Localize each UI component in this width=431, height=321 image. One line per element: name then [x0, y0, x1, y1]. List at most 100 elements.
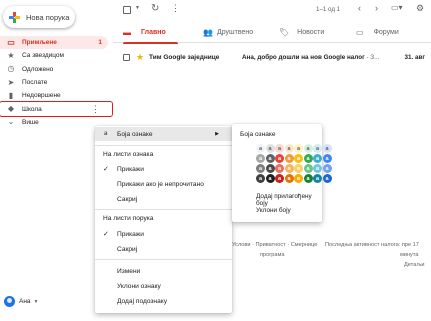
color-swatch[interactable]: a: [275, 174, 284, 183]
color-swatch[interactable]: a: [303, 154, 313, 163]
color-swatch[interactable]: a: [313, 164, 322, 173]
compose-label: Нова порука: [26, 12, 70, 22]
chevron-down-icon: ▼: [33, 298, 39, 305]
color-swatch[interactable]: a: [294, 174, 303, 183]
color-swatch[interactable]: a: [322, 164, 332, 173]
color-swatch[interactable]: a: [275, 164, 284, 173]
color-swatch[interactable]: a: [256, 174, 265, 183]
refresh-icon[interactable]: ↻: [151, 3, 159, 14]
sidebar-item-label: Примљене: [22, 39, 57, 47]
more-options-icon[interactable]: ⋮: [91, 104, 100, 115]
color-swatch[interactable]: a: [256, 154, 265, 163]
color-swatch[interactable]: a: [265, 144, 275, 153]
color-swatch[interactable]: a: [284, 154, 294, 163]
label-context-menu: a Боја ознаке ▶ На листи ознака ✓ Прикаж…: [95, 126, 232, 313]
color-swatch[interactable]: a: [313, 174, 322, 183]
menu-item-show-messages[interactable]: ✓ Прикажи: [95, 227, 232, 241]
menu-item-label-color[interactable]: a Боја ознаке ▶: [95, 127, 232, 141]
menu-item-label: Измени: [117, 267, 141, 275]
color-swatch[interactable]: a: [265, 174, 275, 183]
color-swatch[interactable]: a: [303, 164, 313, 173]
menu-item-label: Сакриј: [117, 245, 138, 253]
color-swatch[interactable]: a: [322, 144, 332, 153]
color-swatch[interactable]: a: [303, 144, 313, 153]
color-swatch[interactable]: a: [265, 154, 275, 163]
menu-item-remove-label[interactable]: Уклони ознаку: [95, 279, 232, 293]
more-actions-icon[interactable]: ⋮: [171, 3, 180, 14]
color-swatch[interactable]: a: [322, 154, 332, 163]
email-snippet: - З...: [364, 53, 380, 61]
sidebar-item-school-label[interactable]: ◆ Школа ⋮: [0, 101, 113, 117]
color-swatch[interactable]: a: [294, 144, 303, 153]
footer-links-cont[interactable]: програма: [260, 252, 284, 258]
tab-primary[interactable]: ▬ Главно: [123, 22, 178, 44]
sidebar-item-label: Одложено: [22, 65, 54, 73]
sidebar-item-inbox[interactable]: ▭ Примљене 1: [0, 36, 108, 50]
color-swatch[interactable]: a: [313, 144, 322, 153]
footer-links[interactable]: Услови · Приватност · Смернице: [232, 242, 317, 248]
avatar: [4, 296, 15, 307]
sidebar-item-starred[interactable]: ★ Са звездицом: [0, 49, 108, 62]
menu-item-show-if-unread[interactable]: Прикажи ако је непрочитано: [95, 177, 232, 191]
select-all-checkbox[interactable]: [123, 6, 131, 16]
nav-list: ▭ Примљене 1 ★ Са звездицом ◷ Одложено ➤…: [0, 36, 113, 129]
input-tools-icon[interactable]: ▭▾: [391, 3, 403, 12]
tab-social[interactable]: 👥 Друштвено: [203, 22, 253, 43]
account-switcher[interactable]: Ана ▼: [4, 296, 39, 307]
menu-item-label: Додај подознаку: [117, 297, 167, 305]
older-icon[interactable]: ›: [375, 3, 378, 13]
select-dropdown-icon[interactable]: ▼: [135, 5, 140, 11]
color-swatch[interactable]: a: [265, 164, 275, 173]
people-icon: 👥: [203, 28, 213, 37]
sidebar-item-label: Недовршене: [22, 92, 61, 100]
tab-forums[interactable]: ▭ Форуми: [356, 22, 399, 43]
email-row[interactable]: ★ Тим Google заједнице Ана, добро дошли …: [113, 49, 431, 65]
toolbar: ▼ ↻ ⋮ 1–1 од 1 ‹ › ▭▾ ⚙: [113, 0, 431, 22]
draft-icon: ▮: [8, 90, 14, 100]
sidebar-item-more[interactable]: ⌄ Више: [0, 116, 108, 129]
color-swatch[interactable]: a: [284, 144, 294, 153]
color-swatch[interactable]: a: [284, 164, 294, 173]
sidebar-item-snoozed[interactable]: ◷ Одложено: [0, 63, 108, 76]
remove-color-link[interactable]: Уклони боју: [256, 207, 291, 214]
menu-item-label: Боја ознаке: [117, 130, 153, 138]
email-date: 31. авг: [404, 53, 426, 61]
color-swatch[interactable]: a: [322, 174, 332, 183]
menu-item-hide-messages[interactable]: Сакриј: [95, 242, 232, 256]
color-swatch[interactable]: a: [275, 154, 284, 163]
color-swatch[interactable]: a: [303, 174, 313, 183]
menu-item-show[interactable]: ✓ Прикажи: [95, 162, 232, 176]
submenu-arrow-icon: ▶: [215, 131, 219, 137]
user-name: Ана: [19, 298, 31, 305]
color-swatch[interactable]: a: [294, 154, 303, 163]
color-swatch[interactable]: a: [294, 164, 303, 173]
color-swatch[interactable]: a: [284, 174, 294, 183]
tab-promotions[interactable]: 🏷 Новости: [279, 22, 324, 43]
inbox-tab-icon: ▬: [123, 28, 131, 37]
email-subject-text: Ана, добро дошли на нов Google налог: [242, 53, 365, 61]
color-swatch[interactable]: a: [275, 144, 284, 153]
add-custom-color-link[interactable]: Додај прилагођену боју: [256, 193, 322, 207]
details-link[interactable]: Детаљи: [404, 262, 425, 268]
sidebar-item-sent[interactable]: ➤ Послате: [0, 76, 108, 89]
sidebar-item-label: Више: [22, 118, 39, 126]
menu-item-hide[interactable]: Сакриј: [95, 192, 232, 206]
tab-label: Друштвено: [216, 29, 254, 36]
pagination-text: 1–1 од 1: [316, 6, 341, 13]
forum-icon: ▭: [356, 28, 364, 37]
color-swatch[interactable]: a: [313, 154, 322, 163]
sidebar-item-drafts[interactable]: ▮ Недовршене: [0, 89, 108, 102]
menu-item-label: Сакриј: [117, 195, 138, 203]
menu-item-label: Прикажи: [117, 165, 144, 173]
gear-icon[interactable]: ⚙: [416, 3, 424, 14]
newer-icon[interactable]: ‹: [358, 3, 361, 13]
color-swatch[interactable]: a: [256, 144, 265, 153]
account-activity: Последња активност налога: пре 17: [325, 242, 419, 248]
menu-item-edit[interactable]: Измени: [95, 264, 232, 278]
menu-item-add-sublabel[interactable]: Додај подознаку: [95, 294, 232, 308]
star-icon[interactable]: ★: [136, 52, 144, 63]
email-checkbox[interactable]: [123, 53, 130, 61]
compose-button[interactable]: Нова порука: [3, 6, 75, 28]
color-swatch[interactable]: a: [256, 164, 265, 173]
send-icon: ➤: [7, 77, 15, 87]
